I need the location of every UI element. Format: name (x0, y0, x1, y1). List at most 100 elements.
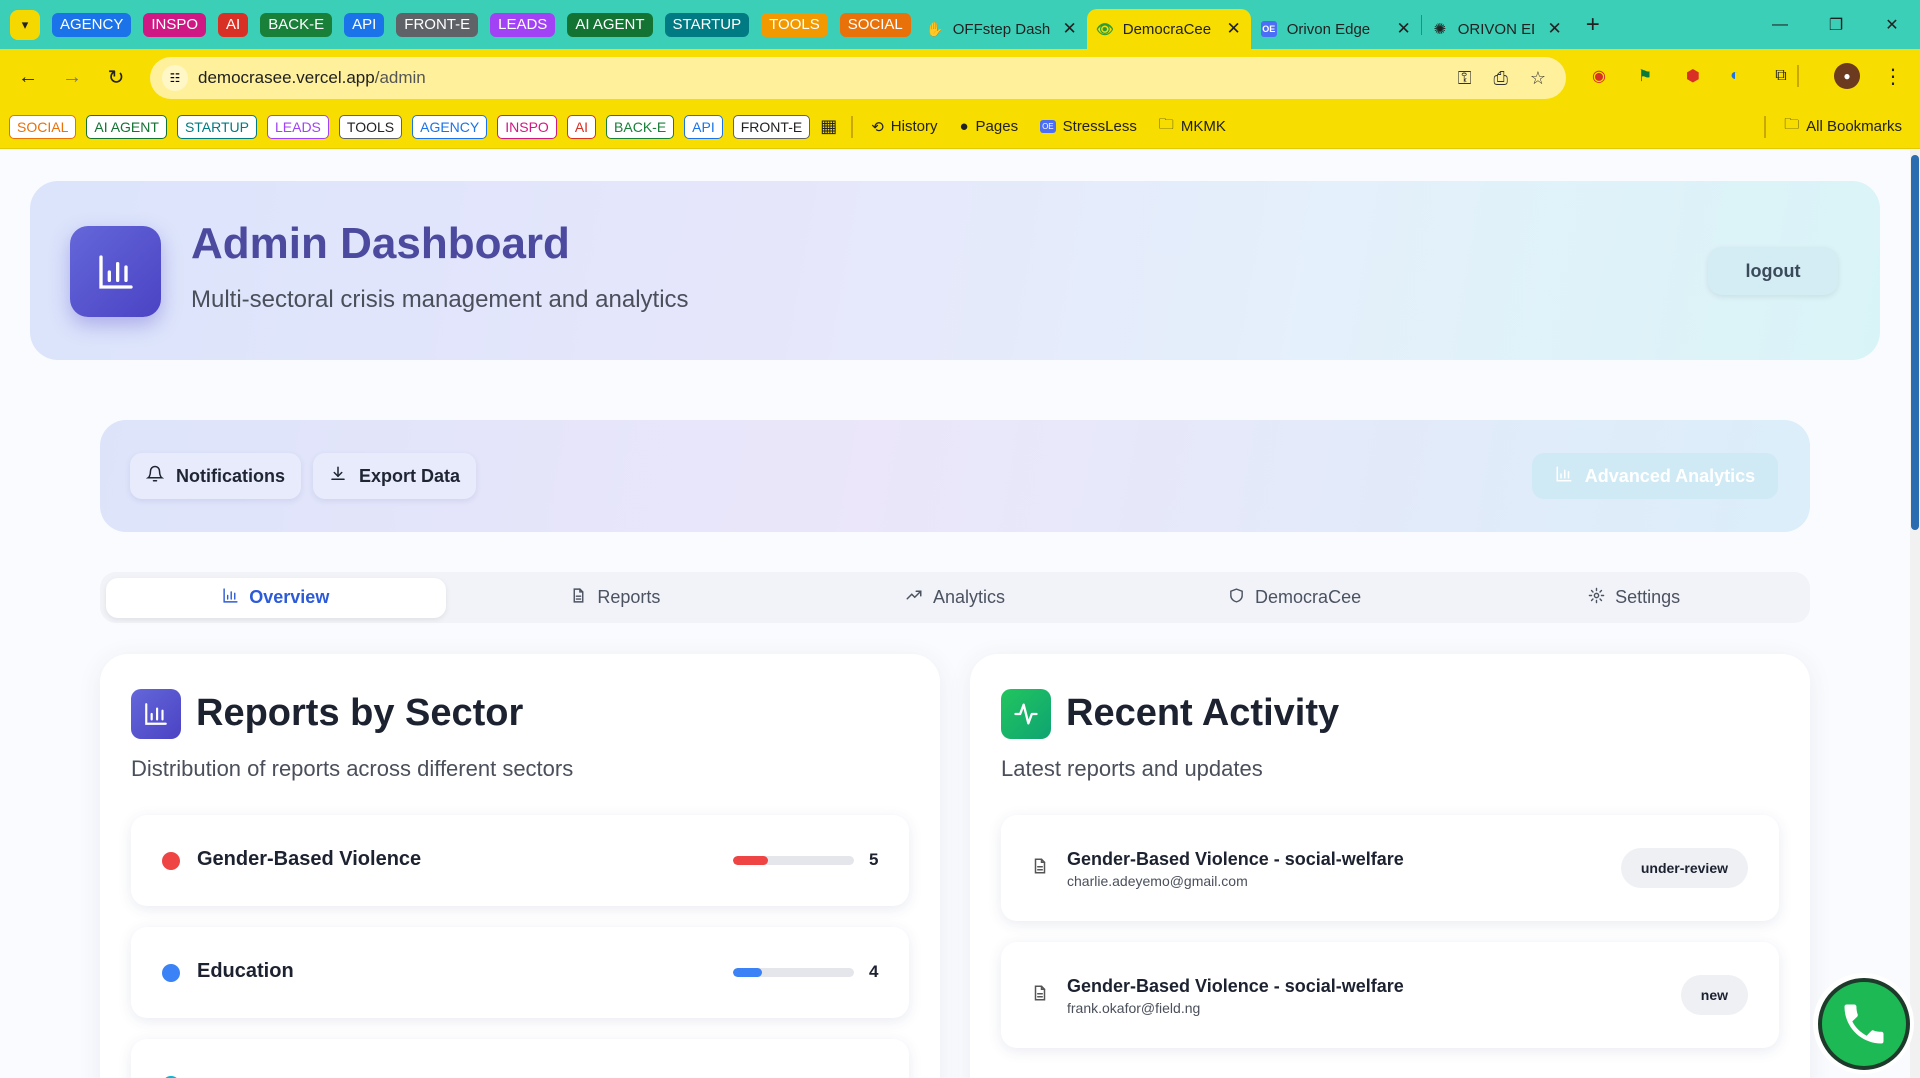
bookmark-group-chip[interactable]: AI (566, 114, 597, 139)
sector-count: 4 (869, 962, 879, 981)
notifications-button[interactable]: Notifications (130, 453, 302, 499)
tab-reports[interactable]: Reports (446, 578, 786, 618)
document-icon (1031, 984, 1049, 1007)
bookmark-group-chip[interactable]: API (684, 114, 723, 139)
sector-name: Education (197, 960, 294, 982)
url-text[interactable]: democrasee.vercel.app/admin (198, 68, 426, 88)
download-icon (329, 465, 347, 488)
bookmark-group-chip[interactable]: AI AGENT (86, 114, 167, 139)
activity-item[interactable]: Gender-Based Violence - social-welfare c… (1001, 815, 1779, 921)
bookmark-group-chip[interactable]: TOOLS (338, 114, 403, 139)
bookmark-star-icon[interactable]: ☆ (1530, 68, 1546, 89)
minimize-icon[interactable]: — (1752, 0, 1808, 49)
browser-tab-bar: ▾ AGENCY INSPO AI BACK-E API FRONT-E LEADS AI A… (0, 0, 1920, 49)
activity-title: Gender-Based Violence - social-welfare (1067, 976, 1404, 996)
menu-kebab-icon[interactable]: ⋮ (1880, 63, 1906, 89)
page-scrollbar[interactable] (1910, 150, 1920, 1078)
sector-color-dot (162, 964, 180, 982)
sector-color-dot (162, 852, 180, 870)
password-key-icon[interactable]: ⚿ (1458, 68, 1472, 89)
tab-group-chip[interactable]: BACK-E (260, 12, 333, 37)
extension-icon[interactable]: ◉ (1586, 63, 1612, 89)
new-tab-button[interactable]: + (1586, 11, 1600, 39)
tab-group-chip[interactable]: INSPO (143, 12, 207, 37)
offstep-icon: ✋ (926, 20, 944, 37)
scrollbar-thumb[interactable] (1911, 155, 1919, 530)
close-window-icon[interactable]: ✕ (1864, 0, 1920, 49)
flag-extension-icon[interactable]: ⚑ (1632, 63, 1658, 89)
bookmark-group-chip[interactable]: INSPO (497, 114, 557, 139)
bookmark-group-chip[interactable]: SOCIAL (9, 114, 77, 139)
page-subtitle: Multi-sectoral crisis management and ana… (191, 286, 689, 313)
shield-icon (1228, 587, 1245, 609)
reload-icon[interactable]: ↻ (98, 59, 134, 95)
tab-group-chip[interactable]: TOOLS (761, 12, 828, 37)
sector-row[interactable] (131, 1039, 909, 1078)
browser-toolbar: ← → ↻ ☷ democrasee.vercel.app/admin ⚿ ⎙ … (0, 49, 1920, 105)
whatsapp-icon (1817, 977, 1910, 1070)
activity-item[interactable]: Gender-Based Violence - social-welfare f… (1001, 942, 1779, 1048)
apps-grid-icon[interactable]: ▦ (820, 116, 837, 137)
back-arrow-icon[interactable]: ← (10, 59, 46, 95)
tab-settings[interactable]: Settings (1464, 578, 1804, 618)
export-data-button[interactable]: Export Data (313, 453, 477, 499)
tab-group-chip[interactable]: AGENCY (52, 12, 132, 37)
extension-icon[interactable]: ◐ (1722, 63, 1748, 89)
site-info-icon[interactable]: ☷ (162, 65, 188, 91)
bookmark-stressless[interactable]: OE StressLess (1040, 118, 1137, 135)
forward-arrow-icon[interactable]: → (54, 59, 90, 95)
tab-offstep[interactable]: ✋ OFFstep Dash ✕ (917, 9, 1087, 49)
advanced-analytics-button[interactable]: Advanced Analytics (1532, 453, 1778, 499)
sector-row[interactable]: Gender-Based Violence 5 (131, 815, 909, 906)
tab-overview[interactable]: Overview (106, 577, 446, 618)
tab-group-chip[interactable]: SOCIAL (839, 12, 911, 37)
logout-button[interactable]: logout (1708, 247, 1838, 295)
bookmark-group-chip[interactable]: STARTUP (176, 114, 257, 139)
tab-orivon-edge-2[interactable]: ✺ ORIVON EDGE ✕ (1422, 9, 1572, 49)
address-bar[interactable]: ☷ democrasee.vercel.app/admin ⚿ ⎙ ☆ (150, 57, 1566, 99)
openai-icon: ✺ (1433, 21, 1447, 38)
install-app-icon[interactable]: ⎙ (1493, 68, 1507, 89)
tab-group-chip[interactable]: AI (218, 12, 249, 37)
folder-icon: 🗀 (1158, 116, 1174, 133)
tab-title: DemocraCee (1122, 20, 1212, 38)
bookmark-history[interactable]: ⟲ History (871, 118, 937, 136)
restore-icon[interactable]: ❐ (1808, 0, 1864, 49)
tab-search-chevron-icon[interactable]: ▾ (10, 9, 40, 40)
tab-group-chip[interactable]: AI AGENT (567, 12, 653, 37)
tab-analytics[interactable]: Analytics (785, 578, 1125, 618)
gear-icon (1588, 587, 1605, 609)
tab-group-chip[interactable]: STARTUP (664, 12, 750, 37)
bookmark-group-chip[interactable]: FRONT-E (732, 114, 811, 139)
card-title: Recent Activity (1066, 692, 1340, 734)
sector-name: Gender-Based Violence (197, 848, 422, 870)
activity-email: charlie.adeyemo@gmail.com (1067, 873, 1248, 889)
status-badge: under-review (1620, 848, 1748, 888)
tab-group-chip[interactable]: FRONT-E (396, 12, 479, 37)
avatar[interactable]: ● (1834, 63, 1860, 89)
whatsapp-chat-button[interactable] (1813, 973, 1914, 1074)
close-icon[interactable]: ✕ (1397, 19, 1411, 39)
close-icon[interactable]: ✕ (1548, 19, 1562, 39)
extension-icon[interactable]: ⬢ (1680, 63, 1706, 89)
bookmark-group-chip[interactable]: AGENCY (412, 114, 488, 139)
sector-row[interactable]: Education 4 (131, 927, 909, 1018)
tab-title: ORIVON EDGE (1457, 20, 1534, 38)
tab-democracee[interactable]: 👁 DemocraCee ✕ (1086, 9, 1251, 49)
bookmark-pages[interactable]: ● Pages (959, 118, 1018, 135)
bookmark-group-chip[interactable]: BACK-E (606, 114, 675, 139)
toolbar-divider (1797, 65, 1799, 87)
extensions-puzzle-icon[interactable]: ⧉ (1768, 63, 1794, 89)
all-bookmarks[interactable]: 🗀 All Bookmarks (1784, 114, 1902, 139)
close-icon[interactable]: ✕ (1227, 19, 1241, 39)
close-icon[interactable]: ✕ (1063, 19, 1077, 39)
tab-orivon-edge[interactable]: OE Orivon Edge ✕ (1251, 9, 1421, 49)
action-bar: Notifications Export Data Advanced Analy… (100, 420, 1810, 532)
bar-chart-icon (70, 226, 161, 317)
bookmark-group-chip[interactable]: LEADS (266, 114, 329, 139)
tab-group-chip[interactable]: LEADS (490, 12, 556, 37)
tab-democracee[interactable]: DemocraCee (1125, 578, 1465, 618)
recent-activity-card: Recent Activity Latest reports and updat… (970, 654, 1810, 1078)
bookmark-mkmk[interactable]: 🗀 MKMK (1159, 114, 1226, 139)
tab-group-chip[interactable]: API (344, 12, 385, 37)
